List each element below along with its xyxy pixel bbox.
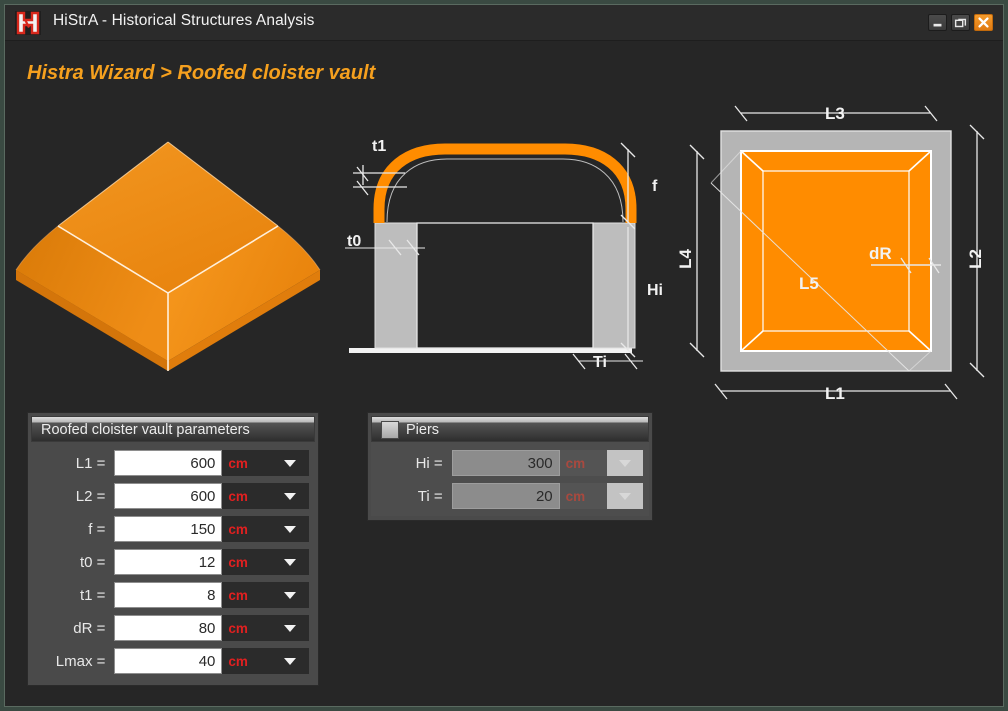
chevron-down-icon xyxy=(619,492,632,500)
parameter-label-f: f = xyxy=(88,520,106,538)
piers-panel-title: Piers xyxy=(406,422,440,438)
plan-label-dr: dR xyxy=(869,244,892,263)
piers-panel: Piers Hi = cm Ti = cm xyxy=(367,412,653,521)
parameter-label-t0: t0 = xyxy=(79,553,106,571)
title-bar: HiStrA - Historical Structures Analysis xyxy=(5,5,1003,41)
elevation-label-t1: t1 xyxy=(372,138,386,155)
parameter-unit-dropdown-l2[interactable] xyxy=(271,483,309,509)
plan-label-l3: L3 xyxy=(825,104,845,123)
parameter-label-lmax: Lmax = xyxy=(55,652,106,670)
plan-label-l1: L1 xyxy=(825,384,845,403)
piers-unit-ti: cm xyxy=(559,483,608,509)
parameter-row-f: f = cm xyxy=(37,515,309,543)
parameter-unit-dropdown-t1[interactable] xyxy=(271,582,309,608)
vault-plan-view: L3 L1 L2 L4 L5 dR xyxy=(673,93,1003,418)
piers-unit-hi: cm xyxy=(559,450,608,476)
elevation-label-t0: t0 xyxy=(347,233,361,250)
parameter-input-f[interactable] xyxy=(114,516,223,542)
piers-enable-checkbox[interactable] xyxy=(381,421,399,439)
piers-unit-dropdown-hi xyxy=(607,450,643,476)
parameter-row-t0: t0 = cm xyxy=(37,548,309,576)
parameter-input-t1[interactable] xyxy=(114,582,223,608)
parameters-panel: Roofed cloister vault parameters L1 =cmL… xyxy=(27,412,319,686)
parameter-label-l1: L1 = xyxy=(75,454,106,472)
chevron-down-icon xyxy=(284,492,297,500)
parameter-unit-dropdown-lmax[interactable] xyxy=(271,648,309,674)
minimize-button[interactable] xyxy=(928,14,947,31)
parameter-row-l2: L2 = cm xyxy=(37,482,309,510)
parameter-unit-dr: cm xyxy=(222,615,272,641)
parameter-row-t1: t1 = cm xyxy=(37,581,309,609)
plan-label-l5: L5 xyxy=(799,274,819,293)
piers-unit-dropdown-ti xyxy=(607,483,643,509)
parameter-unit-f: cm xyxy=(222,516,272,542)
piers-label-hi: Hi = xyxy=(415,454,443,472)
chevron-down-icon xyxy=(284,459,297,467)
parameters-panel-body: L1 =cmL2 =cmf =cmt0 =cmt1 =cmdR =cmLmax … xyxy=(31,442,315,681)
parameter-unit-dropdown-l1[interactable] xyxy=(271,450,309,476)
piers-row-hi: Hi = cm xyxy=(377,449,643,477)
parameter-unit-dropdown-dr[interactable] xyxy=(271,615,309,641)
parameter-unit-dropdown-t0[interactable] xyxy=(271,549,309,575)
chevron-down-icon xyxy=(284,657,297,665)
piers-panel-header: Piers xyxy=(371,416,649,442)
chevron-down-icon xyxy=(284,591,297,599)
elevation-label-f: f xyxy=(652,178,658,195)
roofed-cloister-vault-3d-view xyxy=(13,113,323,408)
parameter-unit-lmax: cm xyxy=(222,648,272,674)
parameter-label-l2: L2 = xyxy=(75,487,106,505)
parameter-unit-l1: cm xyxy=(222,450,272,476)
histra-h-logo-icon xyxy=(13,10,43,36)
parameter-label-dr: dR = xyxy=(73,619,106,637)
parameter-row-lmax: Lmax = cm xyxy=(37,647,309,675)
chevron-down-icon xyxy=(284,558,297,566)
piers-row-ti: Ti = cm xyxy=(377,482,643,510)
application-window: HiStrA - Historical Structures Analysis … xyxy=(4,4,1004,707)
piers-panel-body: Hi = cm Ti = cm xyxy=(371,442,649,516)
application-title: HiStrA - Historical Structures Analysis xyxy=(53,12,315,29)
parameter-unit-t1: cm xyxy=(222,582,272,608)
close-button[interactable] xyxy=(974,14,993,31)
parameter-input-lmax[interactable] xyxy=(114,648,223,674)
parameter-input-l2[interactable] xyxy=(114,483,223,509)
plan-label-l2: L2 xyxy=(966,249,985,269)
chevron-down-icon xyxy=(619,459,632,467)
restore-button[interactable] xyxy=(951,14,970,31)
plan-label-l4: L4 xyxy=(676,249,695,269)
piers-input-ti xyxy=(451,483,560,509)
parameter-input-t0[interactable] xyxy=(114,549,223,575)
parameter-unit-l2: cm xyxy=(222,483,272,509)
parameters-panel-title: Roofed cloister vault parameters xyxy=(41,422,250,438)
chevron-down-icon xyxy=(284,525,297,533)
parameter-unit-dropdown-f[interactable] xyxy=(271,516,309,542)
parameters-panel-header: Roofed cloister vault parameters xyxy=(31,416,315,442)
parameter-input-dr[interactable] xyxy=(114,615,223,641)
piers-input-hi xyxy=(451,450,560,476)
elevation-label-hi: Hi xyxy=(647,282,663,299)
elevation-label-ti: Ti xyxy=(593,354,607,371)
chevron-down-icon xyxy=(284,624,297,632)
parameter-label-t1: t1 = xyxy=(79,586,106,604)
parameter-row-dr: dR = cm xyxy=(37,614,309,642)
breadcrumb: Histra Wizard > Roofed cloister vault xyxy=(27,62,376,84)
parameter-input-l1[interactable] xyxy=(114,450,223,476)
piers-label-ti: Ti = xyxy=(417,487,443,505)
vault-elevation-section: t1 t0 f Hi Ti xyxy=(335,105,685,400)
parameter-unit-t0: cm xyxy=(222,549,272,575)
parameter-row-l1: L1 = cm xyxy=(37,449,309,477)
